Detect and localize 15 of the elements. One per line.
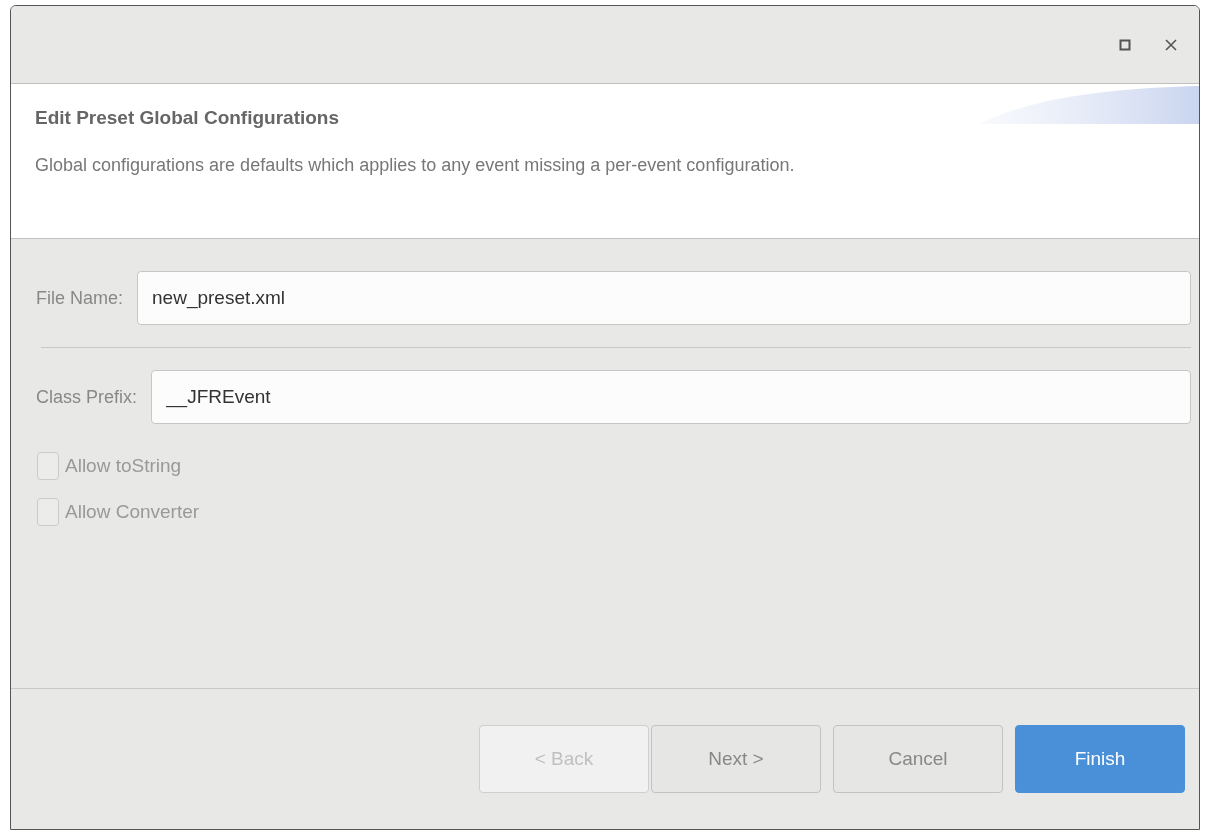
maximize-icon[interactable] xyxy=(1119,38,1131,51)
field-label: Class Prefix: xyxy=(36,386,138,408)
checkbox[interactable] xyxy=(37,452,59,480)
dialog-button[interactable]: Next > xyxy=(651,725,821,793)
checkbox[interactable] xyxy=(37,498,59,526)
input-field[interactable]: __JFREvent xyxy=(151,370,1191,424)
dialog-button[interactable]: Cancel xyxy=(833,725,1003,793)
input-field[interactable]: new_preset.xml xyxy=(137,271,1191,325)
checkbox-label: Allow toString xyxy=(65,455,182,477)
checkbox-label: Allow Converter xyxy=(65,501,200,523)
field-label: File Name: xyxy=(36,287,124,309)
page-description: Global configurations are defaults which applies to any event missing a per-event configuration. xyxy=(35,155,796,176)
primary-button[interactable]: Finish xyxy=(1015,725,1185,793)
page-title: Edit Preset Global Configurations xyxy=(35,107,341,129)
close-icon[interactable] xyxy=(1165,38,1177,51)
